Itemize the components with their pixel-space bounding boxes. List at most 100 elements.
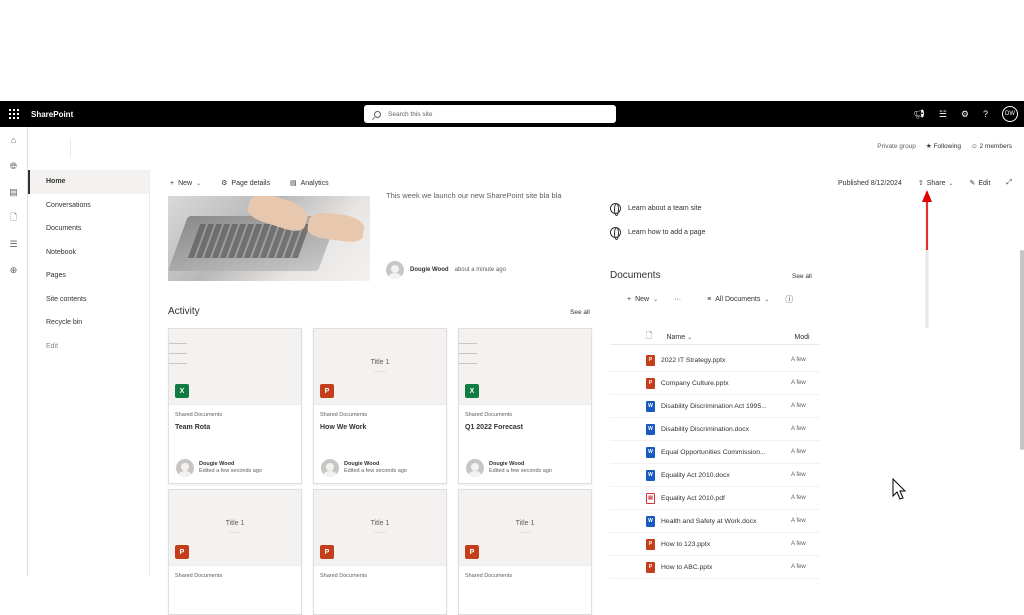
- document-name[interactable]: Equality Act 2010.pdf: [661, 495, 781, 502]
- document-name[interactable]: Disability Discrimination Act 1995...: [661, 403, 781, 410]
- chevron-down-icon: ⌄: [764, 297, 770, 303]
- avatar: [466, 459, 484, 477]
- thumbnail-subtitle-line: ————: [229, 530, 241, 534]
- card-editor: Dougie Wood Edited a few seconds ago: [199, 461, 262, 475]
- edit-button[interactable]: ✎ Edit: [969, 179, 990, 188]
- analytics-button[interactable]: ▤ Analytics: [290, 179, 329, 188]
- nav-edit-link[interactable]: Edit: [28, 335, 149, 359]
- document-name[interactable]: Equal Opportunities Commission...: [661, 449, 781, 456]
- document-modified: A few: [791, 426, 806, 432]
- document-name[interactable]: How to 123.pptx: [661, 541, 781, 548]
- document-row[interactable]: W Health and Safety at Work.docx A few: [610, 510, 820, 533]
- file-type-icon: 🗋︎: [646, 331, 653, 340]
- name-column-header[interactable]: Name ⌄: [666, 334, 784, 341]
- search-placeholder: Search this site: [388, 110, 433, 118]
- document-row[interactable]: ▤ Equality Act 2010.pdf A few: [610, 487, 820, 510]
- pencil-icon: ✎: [969, 180, 976, 187]
- share-network-icon[interactable]: ☱: [939, 109, 947, 120]
- quicklink-label: Learn how to add a page: [628, 229, 706, 236]
- activity-see-all-link[interactable]: See all: [570, 309, 590, 316]
- privacy-label: Private group: [877, 142, 916, 150]
- document-name[interactable]: Health and Safety at Work.docx: [661, 518, 781, 525]
- card-thumbnail: Title 1 ———— P: [459, 490, 591, 566]
- documents-new-button[interactable]: + New ⌄: [627, 296, 658, 303]
- document-row[interactable]: P 2022 IT Strategy.pptx A few: [610, 349, 820, 372]
- activity-card[interactable]: Title 1 ———— P Shared Documents: [458, 489, 592, 615]
- nav-item-pages[interactable]: Pages: [28, 264, 149, 288]
- card-body: Shared Documents Team Rota: [169, 405, 301, 453]
- brand-name[interactable]: SharePoint: [31, 110, 73, 119]
- thumbnail-subtitle-line: ————: [519, 530, 531, 534]
- nav-item-conversations[interactable]: Conversations: [28, 194, 149, 218]
- excel-icon: X: [175, 384, 189, 398]
- document-row[interactable]: W Disability Discrimination.docx A few: [610, 418, 820, 441]
- megaphone-icon[interactable]: 📢︎: [913, 109, 924, 120]
- search-input[interactable]: Search this site: [364, 105, 616, 123]
- share-button[interactable]: ⇧ Share ⌄: [918, 179, 954, 188]
- avatar: [386, 261, 404, 279]
- document-name[interactable]: 2022 IT Strategy.pptx: [661, 357, 781, 364]
- chevron-down-icon: ⌄: [196, 180, 202, 187]
- documents-see-all-link[interactable]: See all: [792, 273, 812, 280]
- lists-icon[interactable]: ☰: [0, 231, 27, 257]
- activity-card[interactable]: X Shared Documents Q1 2022 Forecast Dougi…: [458, 328, 592, 484]
- home-icon[interactable]: ⌂: [0, 127, 27, 153]
- document-row[interactable]: P How to 123.pptx A few: [610, 533, 820, 556]
- quicklink-team-site[interactable]: Learn about a team site: [610, 203, 702, 216]
- create-icon[interactable]: ⊕: [0, 257, 27, 283]
- info-icon[interactable]: ⓘ: [785, 294, 793, 305]
- nav-item-recycle-bin[interactable]: Recycle bin: [28, 311, 149, 335]
- nav-item-documents[interactable]: Documents: [28, 217, 149, 241]
- gear-icon: ⚙: [221, 180, 228, 187]
- document-name[interactable]: How to ABC.pptx: [661, 564, 781, 571]
- document-name[interactable]: Company Culture.pptx: [661, 380, 781, 387]
- card-author: Dougie Wood: [489, 461, 525, 467]
- globe-icon[interactable]: 🌐︎: [0, 153, 27, 179]
- card-file-name: How We Work: [320, 424, 367, 431]
- members-button[interactable]: ☺ 2 members: [971, 143, 1012, 150]
- news-icon[interactable]: ▤: [0, 179, 27, 205]
- gear-icon[interactable]: ⚙: [961, 109, 969, 120]
- document-name[interactable]: Equality Act 2010.docx: [661, 472, 781, 479]
- quicklink-label: Learn about a team site: [628, 205, 702, 212]
- app-launcher-icon[interactable]: [0, 101, 28, 127]
- person-icon: ☺: [971, 142, 978, 150]
- document-row[interactable]: W Equality Act 2010.docx A few: [610, 464, 820, 487]
- nav-item-notebook[interactable]: Notebook: [28, 241, 149, 265]
- document-row[interactable]: P Company Culture.pptx A few: [610, 372, 820, 395]
- activity-card[interactable]: Title 1 ———— P Shared Documents: [168, 489, 302, 615]
- document-modified: A few: [791, 541, 806, 547]
- card-editor: Dougie Wood Edited a few seconds ago: [344, 461, 407, 475]
- document-row[interactable]: W Disability Discrimination Act 1995... …: [610, 395, 820, 418]
- new-button[interactable]: + New ⌄: [170, 180, 201, 187]
- news-image[interactable]: [168, 196, 370, 281]
- powerpoint-icon: P: [320, 384, 334, 398]
- documents-title: Documents: [610, 270, 661, 281]
- page-details-button[interactable]: ⚙ Page details: [221, 179, 270, 188]
- activity-card[interactable]: Title 1 ———— P Shared Documents How We Work…: [313, 328, 447, 484]
- avatar[interactable]: DW: [1002, 106, 1018, 122]
- powerpoint-icon: P: [646, 354, 655, 366]
- nav-item-home[interactable]: Home: [28, 170, 149, 194]
- site-navigation: Home Conversations Documents Notebook Pa…: [28, 170, 150, 576]
- document-row[interactable]: W Equal Opportunities Commission... A fe…: [610, 441, 820, 464]
- nav-item-site-contents[interactable]: Site contents: [28, 288, 149, 312]
- globe-icon: [610, 227, 621, 240]
- documents-header-row: 🗋︎ Name ⌄ Modi: [610, 330, 820, 345]
- expand-icon[interactable]: ⤢: [1006, 179, 1012, 187]
- news-description[interactable]: This week we launch our new SharePoint s…: [386, 190, 596, 202]
- page-scrollbar[interactable]: [1020, 250, 1024, 450]
- card-library: Shared Documents: [465, 412, 513, 418]
- view-selector[interactable]: ≡ All Documents ⌄: [707, 296, 769, 303]
- help-icon[interactable]: ?: [983, 109, 988, 119]
- more-icon[interactable]: ···: [674, 296, 681, 303]
- document-name[interactable]: Disability Discrimination.docx: [661, 426, 781, 433]
- activity-card[interactable]: X Shared Documents Team Rota Dougie Wood E…: [168, 328, 302, 484]
- file-icon[interactable]: 🗋︎: [0, 205, 27, 231]
- modified-column-header[interactable]: Modi: [794, 334, 809, 341]
- document-modified: A few: [791, 564, 806, 570]
- document-modified: A few: [791, 380, 806, 386]
- quicklink-add-page[interactable]: Learn how to add a page: [610, 227, 706, 240]
- following-button[interactable]: ★ Following: [926, 142, 961, 150]
- activity-card[interactable]: Title 1 ———— P Shared Documents: [313, 489, 447, 615]
